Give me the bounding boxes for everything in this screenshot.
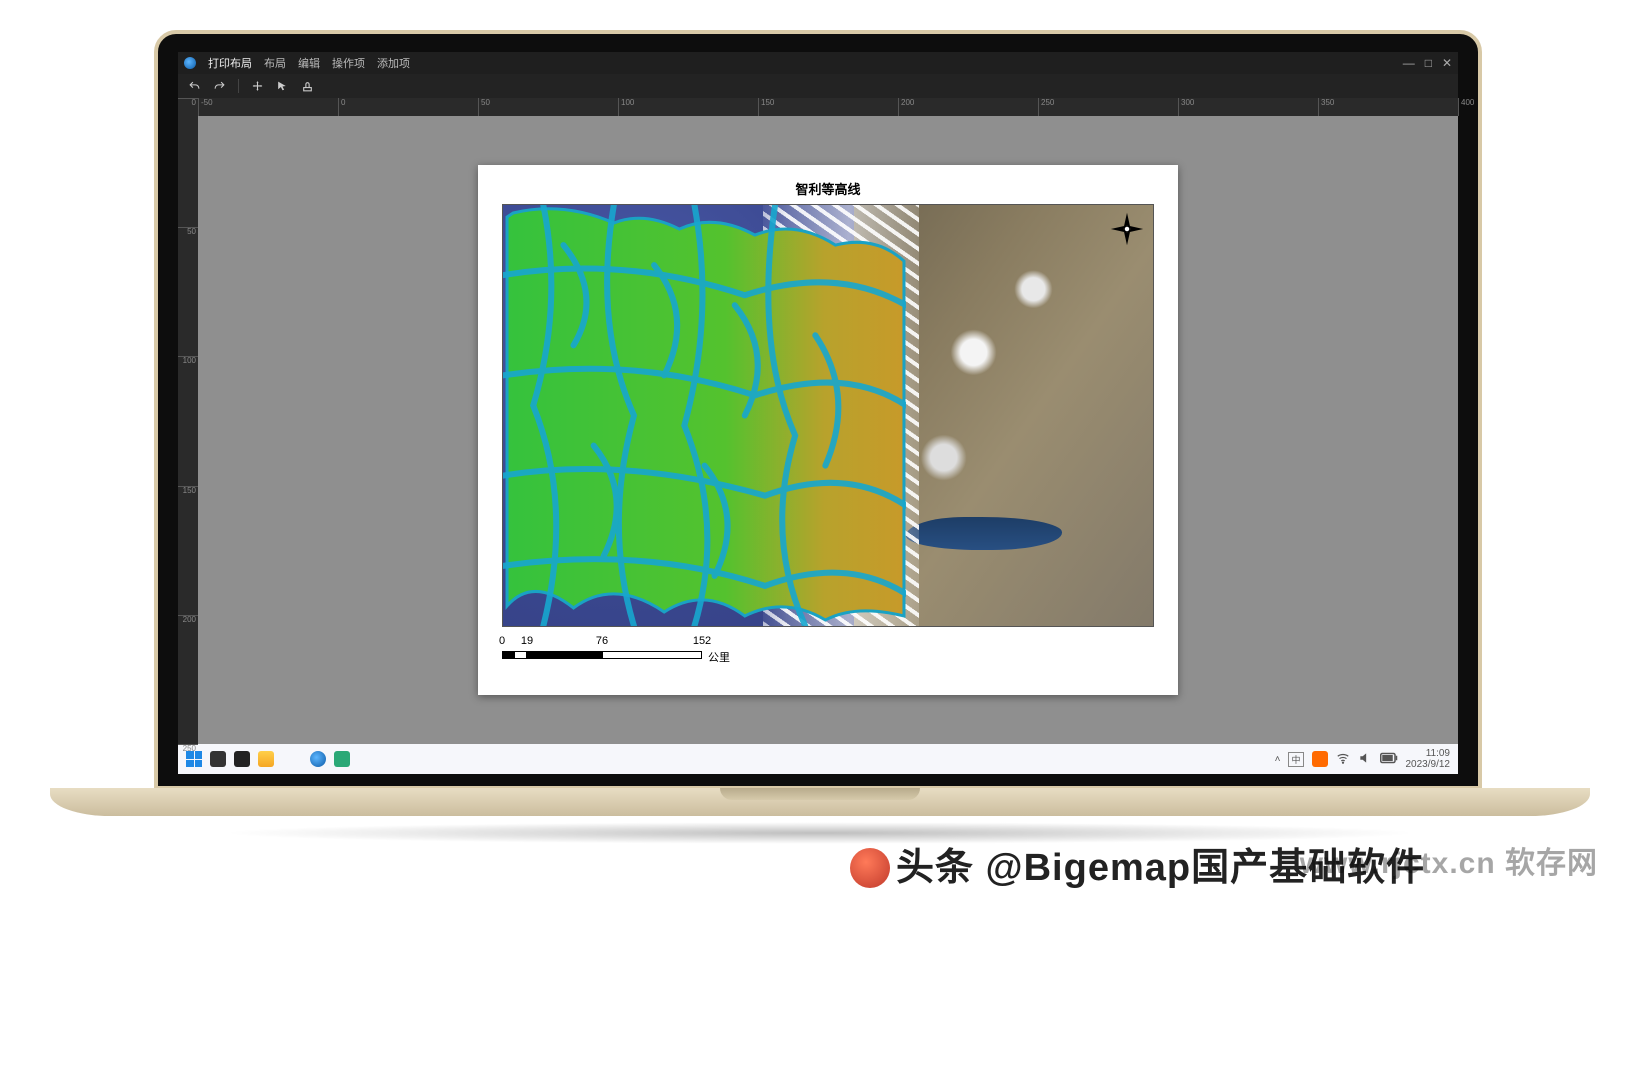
map-frame[interactable] [502, 204, 1154, 627]
vertical-ruler[interactable]: 050100150200250 [178, 98, 198, 744]
scalebar-tick-1: 19 [521, 635, 533, 647]
map-lake [906, 517, 1062, 551]
toolbar [178, 74, 1458, 98]
vruler-tick: 100 [178, 356, 198, 365]
volume-icon[interactable] [1358, 751, 1372, 768]
vruler-tick: 0 [178, 98, 198, 107]
search-icon[interactable] [210, 751, 226, 767]
menu-action[interactable]: 操作项 [332, 55, 365, 71]
taskbar-clock[interactable]: 11:09 2023/9/12 [1406, 748, 1451, 770]
vruler-tick: 50 [178, 227, 198, 236]
pan-icon[interactable] [251, 80, 264, 93]
pointer-icon[interactable] [276, 80, 289, 93]
window-buttons: — □ ✕ [1403, 56, 1452, 70]
hruler-tick: -50 [198, 98, 213, 116]
system-tray: ˄ 中 11:09 2023/9/12 [1275, 748, 1450, 770]
laptop-notch [720, 788, 920, 800]
print-page[interactable]: 智利等高线 [478, 165, 1178, 695]
hruler-tick: 150 [758, 98, 774, 116]
input-icon[interactable]: 中 [1288, 752, 1303, 767]
menu-edit[interactable]: 编辑 [298, 55, 320, 71]
workarea: 050100150200250 -50050100150200250300350… [178, 98, 1458, 744]
hruler-tick: 200 [898, 98, 914, 116]
explorer-icon[interactable] [258, 751, 274, 767]
hruler-tick: 400 [1458, 98, 1474, 116]
toolbar-separator [238, 79, 239, 93]
scalebar-tick-2: 76 [596, 635, 608, 647]
titlebar: 打印布局 布局 编辑 操作项 添加项 — □ ✕ [178, 52, 1458, 74]
menu-add[interactable]: 添加项 [377, 55, 410, 71]
taskbar-time: 11:09 [1406, 748, 1451, 759]
sogou-icon[interactable] [1312, 751, 1328, 767]
hruler-tick: 100 [618, 98, 634, 116]
menu-layout[interactable]: 布局 [264, 55, 286, 71]
start-button[interactable] [186, 751, 202, 767]
watermark-avatar-icon [850, 848, 890, 888]
app-icon[interactable] [310, 751, 326, 767]
app2-icon[interactable] [334, 751, 350, 767]
battery-icon[interactable] [1380, 752, 1398, 767]
vruler-tick: 150 [178, 486, 198, 495]
taskbar-date: 2023/9/12 [1406, 759, 1451, 770]
vruler-tick: 200 [178, 615, 198, 624]
page-title: 智利等高线 [502, 179, 1154, 198]
scale-bar[interactable]: 0 19 76 152 [502, 635, 1154, 671]
app-window: 打印布局 布局 编辑 操作项 添加项 — □ ✕ [178, 52, 1458, 744]
canvas[interactable]: 智利等高线 [198, 116, 1458, 744]
stamp-icon[interactable] [301, 80, 314, 93]
window-title: 打印布局 [208, 55, 252, 71]
scalebar-tick-3: 152 [693, 635, 711, 647]
chevron-up-icon[interactable]: ˄ [1275, 754, 1281, 765]
hruler-tick: 50 [478, 98, 490, 116]
scalebar-tick-0: 0 [499, 635, 505, 647]
main-area: -50050100150200250300350400 智利等高线 [198, 98, 1458, 744]
vruler-tick: 250 [178, 744, 198, 753]
laptop-frame: 打印布局 布局 编辑 操作项 添加项 — □ ✕ [50, 30, 1590, 825]
app-logo-icon [184, 57, 196, 69]
taskview-icon[interactable] [234, 751, 250, 767]
menu-bar: 布局 编辑 操作项 添加项 [264, 55, 410, 71]
map-islands-layer [503, 205, 906, 626]
scalebar-unit: 公里 [708, 649, 730, 665]
close-button[interactable]: ✕ [1442, 56, 1452, 70]
desktop: 打印布局 布局 编辑 操作项 添加项 — □ ✕ [178, 52, 1458, 774]
maximize-button[interactable]: □ [1425, 56, 1432, 70]
watermark-secondary: www.rjctx.cn 软存网 [1300, 838, 1598, 882]
hruler-tick: 350 [1318, 98, 1334, 116]
windows-taskbar: ˄ 中 11:09 2023/9/12 [178, 744, 1458, 774]
laptop-bezel: 打印布局 布局 编辑 操作项 添加项 — □ ✕ [154, 30, 1482, 790]
compass-icon[interactable] [1109, 211, 1145, 247]
hruler-tick: 300 [1178, 98, 1194, 116]
wifi-icon[interactable] [1336, 751, 1350, 768]
horizontal-ruler[interactable]: -50050100150200250300350400 [198, 98, 1458, 116]
minimize-button[interactable]: — [1403, 56, 1415, 70]
undo-icon[interactable] [188, 80, 201, 93]
redo-icon[interactable] [213, 80, 226, 93]
hruler-tick: 250 [1038, 98, 1054, 116]
hruler-tick: 0 [338, 98, 345, 116]
